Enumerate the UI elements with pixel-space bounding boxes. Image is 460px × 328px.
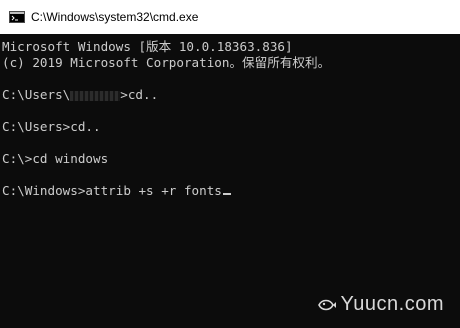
text-cursor: [222, 193, 231, 195]
window-title: C:\Windows\system32\cmd.exe: [31, 10, 199, 24]
fish-logo-icon: [317, 299, 336, 310]
watermark: Yuucn.com: [317, 293, 444, 316]
header-copyright-line: (c) 2019 Microsoft Corporation。保留所有权利。: [2, 55, 331, 70]
current-command: C:\Windows>attrib +s +r fonts: [2, 183, 222, 198]
prompt-1-suffix: >cd..: [120, 87, 159, 102]
cmd-window: C:\Windows\system32\cmd.exe Microsoft Wi…: [0, 0, 460, 328]
prompt-1-prefix: C:\Users\: [2, 87, 71, 102]
prompt-line-1: C:\Users\ >cd..: [2, 87, 158, 103]
console-output[interactable]: Microsoft Windows [版本 10.0.18363.836] (c…: [0, 34, 460, 328]
prompt-line-2: C:\Users>cd..: [2, 119, 101, 134]
prompt-line-4: C:\Windows>attrib +s +r fonts: [2, 183, 231, 199]
header-version-line: Microsoft Windows [版本 10.0.18363.836]: [2, 39, 293, 54]
prompt-line-3: C:\>cd windows: [2, 151, 109, 166]
redacted-username: [70, 90, 121, 101]
watermark-text: Yuucn.com: [340, 293, 444, 315]
title-bar[interactable]: C:\Windows\system32\cmd.exe: [0, 0, 460, 34]
cmd-icon: [9, 11, 25, 23]
